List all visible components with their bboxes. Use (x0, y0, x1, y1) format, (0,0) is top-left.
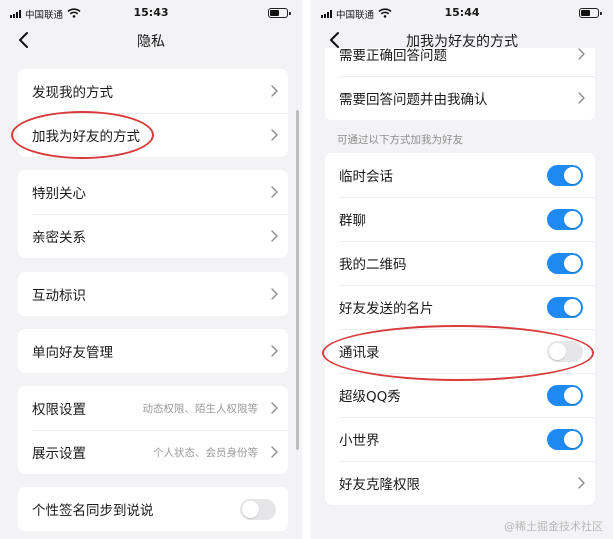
setting-summary: 动态权限、陌生人权限等 (142, 403, 259, 415)
setting-row-discover-me[interactable]: 发现我的方式 (18, 69, 288, 113)
setting-row-display[interactable]: 展示设置 个人状态、会员身份等 (18, 430, 288, 474)
method-row-friend-clone[interactable]: 好友克隆权限 (325, 461, 595, 505)
setting-row-one-way-friends[interactable]: 单向好友管理 (18, 329, 288, 373)
method-label: 超级QQ秀 (339, 389, 401, 405)
method-row-group-chat[interactable]: 群聊 (325, 197, 595, 241)
setting-label: 亲密关系 (32, 230, 86, 246)
setting-label: 单向好友管理 (32, 345, 113, 361)
method-row-qr-code[interactable]: 我的二维码 (325, 241, 595, 285)
setting-label: 个性签名同步到说说 (32, 503, 154, 519)
setting-row-add-friend-methods[interactable]: 加我为好友的方式 (18, 113, 288, 157)
navigation-bar: 加我为好友的方式 (311, 26, 613, 50)
toggle-knob (564, 299, 581, 316)
chevron-right-icon (271, 129, 278, 141)
method-row-super-qq-show[interactable]: 超级QQ秀 (325, 373, 595, 417)
setting-row-permission[interactable]: 权限设置 动态权限、陌生人权限等 (18, 386, 288, 430)
method-label: 好友发送的名片 (339, 301, 434, 317)
option-row-answer-and-confirm[interactable]: 需要回答问题并由我确认 (325, 76, 595, 120)
page-title: 隐私 (137, 34, 165, 50)
qr-code-toggle[interactable] (547, 253, 583, 274)
method-label: 小世界 (339, 433, 380, 449)
settings-group: 单向好友管理 (18, 329, 288, 373)
method-row-contacts[interactable]: 通讯录 (325, 329, 595, 373)
toggle-knob (564, 167, 581, 184)
toggle-knob (549, 343, 566, 360)
setting-label: 互动标识 (32, 288, 86, 304)
chevron-right-icon (271, 446, 278, 458)
method-label: 群聊 (339, 213, 366, 229)
chevron-right-icon (271, 288, 278, 300)
toggle-knob (564, 211, 581, 228)
methods-group: 临时会话 群聊 我的二维码 好友发送的名片 通讯录 超级QQ秀 小世界 好友克隆… (325, 153, 595, 505)
method-row-friend-card[interactable]: 好友发送的名片 (325, 285, 595, 329)
chevron-right-icon (271, 345, 278, 357)
privacy-screen: 中国联通 15:43 隐私 发现我的方式 加我为好友的方式 特别关心 亲密关系 (0, 0, 302, 539)
status-time: 15:44 (444, 6, 480, 19)
setting-summary: 个人状态、会员身份等 (153, 447, 258, 459)
toggle-knob (242, 501, 259, 518)
toggle-knob (564, 387, 581, 404)
section-label: 可通过以下方式加我为好友 (337, 134, 463, 146)
small-world-toggle[interactable] (547, 429, 583, 450)
settings-group: 发现我的方式 加我为好友的方式 (18, 69, 288, 157)
signature-sync-toggle[interactable] (240, 499, 276, 520)
setting-row-intimate-relation[interactable]: 亲密关系 (18, 214, 288, 258)
chevron-right-icon (271, 186, 278, 198)
status-time: 15:43 (133, 6, 169, 19)
method-row-small-world[interactable]: 小世界 (325, 417, 595, 461)
page-title: 加我为好友的方式 (406, 34, 518, 50)
scrollbar[interactable] (296, 110, 299, 450)
friend-card-toggle[interactable] (547, 297, 583, 318)
battery-icon (268, 8, 291, 18)
settings-group: 个性签名同步到说说 (18, 487, 288, 531)
method-row-temp-chat[interactable]: 临时会话 (325, 153, 595, 197)
contacts-toggle[interactable] (547, 341, 583, 362)
method-label: 临时会话 (339, 169, 393, 185)
method-label: 好友克隆权限 (339, 477, 420, 493)
setting-row-special-care[interactable]: 特别关心 (18, 170, 288, 214)
group-chat-toggle[interactable] (547, 209, 583, 230)
add-friend-methods-screen: 需要正确回答问题 需要回答问题并由我确认 中国联通 15:44 加我为好友的方式… (311, 0, 613, 539)
option-label: 需要回答问题并由我确认 (339, 92, 488, 108)
setting-label: 特别关心 (32, 186, 86, 202)
watermark: @稀土掘金技术社区 (504, 520, 603, 533)
navigation-bar: 隐私 (0, 26, 302, 56)
setting-label: 发现我的方式 (32, 85, 113, 101)
super-qq-show-toggle[interactable] (547, 385, 583, 406)
chevron-right-icon (578, 92, 585, 104)
setting-label: 权限设置 (32, 402, 86, 418)
chevron-right-icon (271, 402, 278, 414)
method-label: 我的二维码 (339, 257, 407, 273)
chevron-right-icon (271, 230, 278, 242)
chevron-right-icon (578, 477, 585, 489)
toggle-knob (564, 431, 581, 448)
setting-label: 展示设置 (32, 446, 86, 462)
chevron-right-icon (271, 85, 278, 97)
settings-group: 权限设置 动态权限、陌生人权限等 展示设置 个人状态、会员身份等 (18, 386, 288, 474)
setting-row-interaction-badge[interactable]: 互动标识 (18, 272, 288, 316)
method-label: 通讯录 (339, 345, 380, 361)
setting-row-signature-sync[interactable]: 个性签名同步到说说 (18, 487, 288, 531)
settings-group: 特别关心 亲密关系 (18, 170, 288, 258)
status-bar: 中国联通 15:44 (311, 0, 613, 26)
toggle-knob (564, 255, 581, 272)
battery-icon (579, 8, 602, 18)
setting-label: 加我为好友的方式 (32, 129, 140, 145)
status-bar: 中国联通 15:43 (0, 0, 302, 26)
temp-chat-toggle[interactable] (547, 165, 583, 186)
settings-group: 互动标识 (18, 272, 288, 316)
